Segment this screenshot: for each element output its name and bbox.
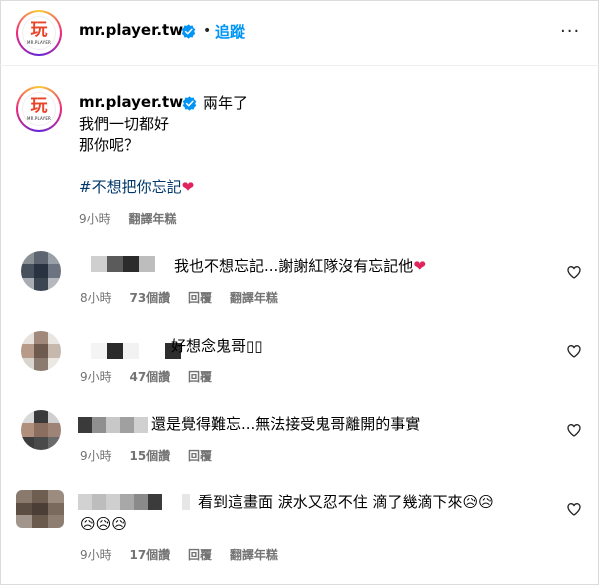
- red-heart-emoji: ❤: [413, 257, 426, 275]
- heart-outline-icon[interactable]: [566, 264, 582, 280]
- logo-subtext: MR.PLAYER: [26, 115, 52, 121]
- heart-outline-icon[interactable]: [566, 422, 582, 438]
- comment-meta: 9小時 17個讚 回覆 翻譯年糕: [80, 546, 292, 563]
- separator-dot: •: [203, 23, 212, 39]
- blurred-username[interactable]: [91, 256, 155, 272]
- translate-button[interactable]: 翻譯年糕: [230, 291, 278, 305]
- translate-button[interactable]: 翻譯年糕: [230, 548, 278, 562]
- comment-body: 我也不想忘記...謝謝紅隊沒有忘記他: [174, 257, 414, 275]
- translate-button[interactable]: 翻譯年糕: [128, 212, 176, 226]
- like-count[interactable]: 17個讚: [129, 548, 170, 562]
- account-avatar[interactable]: 玩 MR.PLAYER: [16, 10, 62, 56]
- like-count[interactable]: 15個讚: [129, 449, 170, 463]
- post-header: 玩 MR.PLAYER mr.player.tw • 追蹤 ···: [0, 0, 599, 66]
- comment-timestamp[interactable]: 9小時: [80, 548, 112, 562]
- brand-logo: 玩 MR.PLAYER: [22, 92, 56, 126]
- comment-body: 看到這畫面 淚水又忍不住 滴了幾滴下來: [198, 493, 463, 511]
- comment-text: 還是覺得難忘...無法接受鬼哥離開的事實: [151, 415, 421, 433]
- heart-outline-icon[interactable]: [566, 501, 582, 517]
- comment-text: 看到這畫面 淚水又忍不住 滴了幾滴下來😥😥: [198, 492, 494, 512]
- reply-button[interactable]: 回覆: [188, 370, 212, 384]
- comment-timestamp[interactable]: 9小時: [80, 370, 112, 384]
- caption-line-3: 那你呢？: [79, 136, 140, 154]
- commenter-avatar[interactable]: [21, 331, 61, 371]
- blurred-username[interactable]: [78, 494, 190, 510]
- blurred-username[interactable]: [91, 343, 181, 359]
- like-count[interactable]: 47個讚: [129, 370, 170, 384]
- comment-text: 好想念鬼哥▯▯: [171, 337, 263, 355]
- verified-badge-icon: [181, 24, 196, 39]
- comment-meta: 8小時 73個讚 回覆 翻譯年糕: [80, 289, 292, 306]
- caption-meta: 9小時 翻譯年糕: [79, 210, 190, 227]
- caption-line-2: 我們一切都好: [79, 115, 170, 133]
- caption-line-1: 兩年了: [203, 94, 249, 112]
- like-count[interactable]: 73個讚: [129, 291, 170, 305]
- follow-button[interactable]: 追蹤: [215, 21, 245, 42]
- hashtag-link[interactable]: #不想把你忘記: [79, 178, 182, 196]
- verified-badge-icon: [182, 96, 197, 111]
- comment-meta: 9小時 15個讚 回覆: [80, 447, 226, 464]
- logo-mark: 玩: [30, 19, 48, 40]
- header-username[interactable]: mr.player.tw: [79, 21, 183, 39]
- comment-emoji-line: 😥😥😥: [80, 515, 127, 533]
- more-icon[interactable]: ···: [560, 21, 580, 42]
- commenter-avatar[interactable]: [21, 251, 61, 291]
- heart-outline-icon[interactable]: [566, 343, 582, 359]
- reply-button[interactable]: 回覆: [188, 449, 212, 463]
- commenter-avatar[interactable]: [16, 490, 64, 528]
- reply-button[interactable]: 回覆: [188, 548, 212, 562]
- caption-username[interactable]: mr.player.tw: [79, 93, 183, 111]
- reply-button[interactable]: 回覆: [188, 291, 212, 305]
- comment-meta: 9小時 47個讚 回覆: [80, 368, 226, 385]
- comment-timestamp[interactable]: 8小時: [80, 291, 112, 305]
- caption-hashtag-line: #不想把你忘記❤: [79, 177, 194, 197]
- caption-avatar[interactable]: 玩 MR.PLAYER: [16, 86, 62, 132]
- logo-mark: 玩: [30, 95, 48, 116]
- comment-timestamp[interactable]: 9小時: [80, 449, 112, 463]
- logo-subtext: MR.PLAYER: [26, 39, 52, 45]
- comment-text: 我也不想忘記...謝謝紅隊沒有忘記他❤: [174, 256, 426, 276]
- blurred-username[interactable]: [78, 417, 148, 433]
- brand-logo: 玩 MR.PLAYER: [22, 16, 56, 50]
- caption-timestamp[interactable]: 9小時: [79, 212, 111, 226]
- commenter-avatar[interactable]: [21, 410, 61, 450]
- red-heart-emoji: ❤: [181, 178, 195, 196]
- sad-face-emoji: 😥😥: [462, 493, 494, 511]
